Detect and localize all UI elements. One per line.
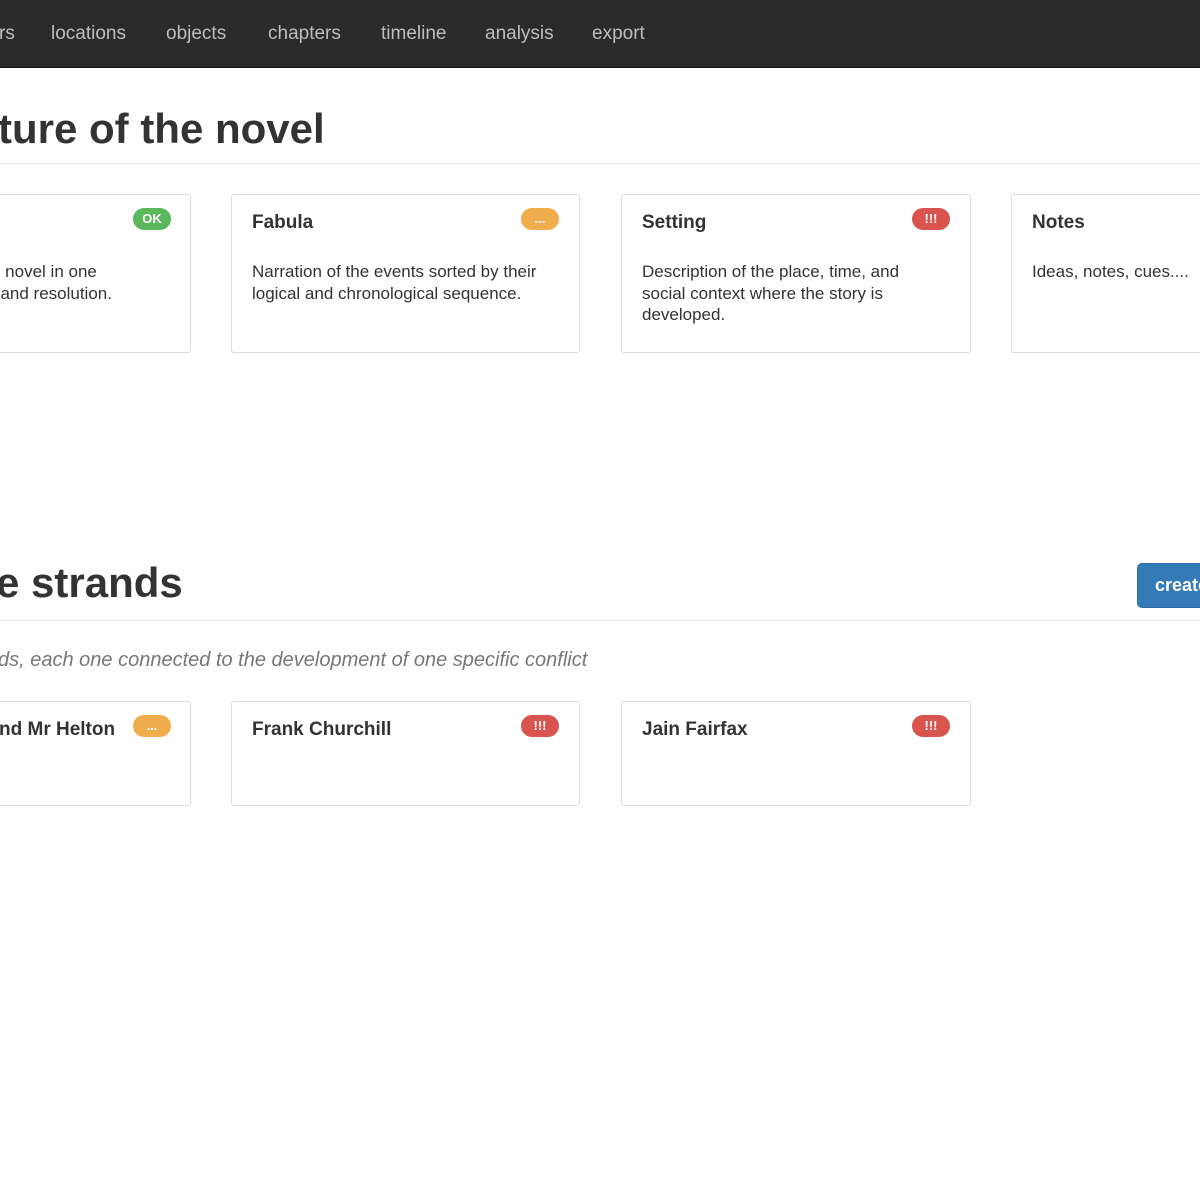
- nav-item-analysis[interactable]: analysis: [485, 22, 554, 46]
- status-badge-error: !!!: [521, 715, 559, 737]
- structure-card-setting[interactable]: Setting !!! Description of the place, ti…: [621, 194, 971, 353]
- page: rs locations objects chapters timeline a…: [0, 0, 1200, 1200]
- card-title: Fabula: [252, 212, 314, 233]
- nav-item-timeline[interactable]: timeline: [381, 22, 446, 46]
- status-badge-pending: ...: [521, 208, 559, 230]
- structure-divider: [0, 163, 1200, 164]
- structure-card-premise[interactable]: OK e novel in one t and resolution.: [0, 194, 191, 353]
- card-title: Setting: [642, 212, 707, 233]
- nav-item-objects[interactable]: objects: [166, 22, 226, 46]
- card-description: e novel in one t and resolution.: [0, 262, 112, 303]
- structure-card-fabula[interactable]: Fabula ... Narration of the events sorte…: [231, 194, 580, 353]
- card-description: Ideas, notes, cues....: [1032, 262, 1189, 281]
- top-navbar: rs locations objects chapters timeline a…: [0, 0, 1200, 68]
- create-strand-button[interactable]: create: [1137, 563, 1200, 608]
- nav-item-export[interactable]: export: [592, 22, 645, 46]
- card-title: Notes: [1032, 212, 1085, 233]
- status-badge-pending: ...: [133, 715, 171, 737]
- nav-item-chapters[interactable]: chapters: [268, 22, 341, 46]
- card-title: Frank Churchill: [252, 719, 392, 740]
- strands-section-title: e strands: [0, 559, 183, 606]
- card-description: Narration of the events sorted by their …: [252, 262, 537, 303]
- strand-card[interactable]: Frank Churchill !!!: [231, 701, 580, 806]
- strands-description: ds, each one connected to the developmen…: [0, 649, 588, 671]
- nav-item-characters[interactable]: rs: [0, 22, 15, 46]
- card-description: Description of the place, time, and soci…: [642, 262, 900, 324]
- strand-card[interactable]: nd Mr Helton ...: [0, 701, 191, 806]
- strand-card[interactable]: Jain Fairfax !!!: [621, 701, 971, 806]
- nav-item-locations[interactable]: locations: [51, 22, 126, 46]
- card-title: nd Mr Helton: [0, 719, 116, 740]
- status-badge-error: !!!: [912, 715, 950, 737]
- status-badge-error: !!!: [912, 208, 950, 230]
- structure-card-notes[interactable]: Notes Ideas, notes, cues....: [1011, 194, 1200, 353]
- card-title: Jain Fairfax: [642, 719, 748, 740]
- structure-section-title: ture of the novel: [0, 105, 325, 152]
- strands-divider: [0, 620, 1200, 621]
- status-badge-ok: OK: [133, 208, 171, 230]
